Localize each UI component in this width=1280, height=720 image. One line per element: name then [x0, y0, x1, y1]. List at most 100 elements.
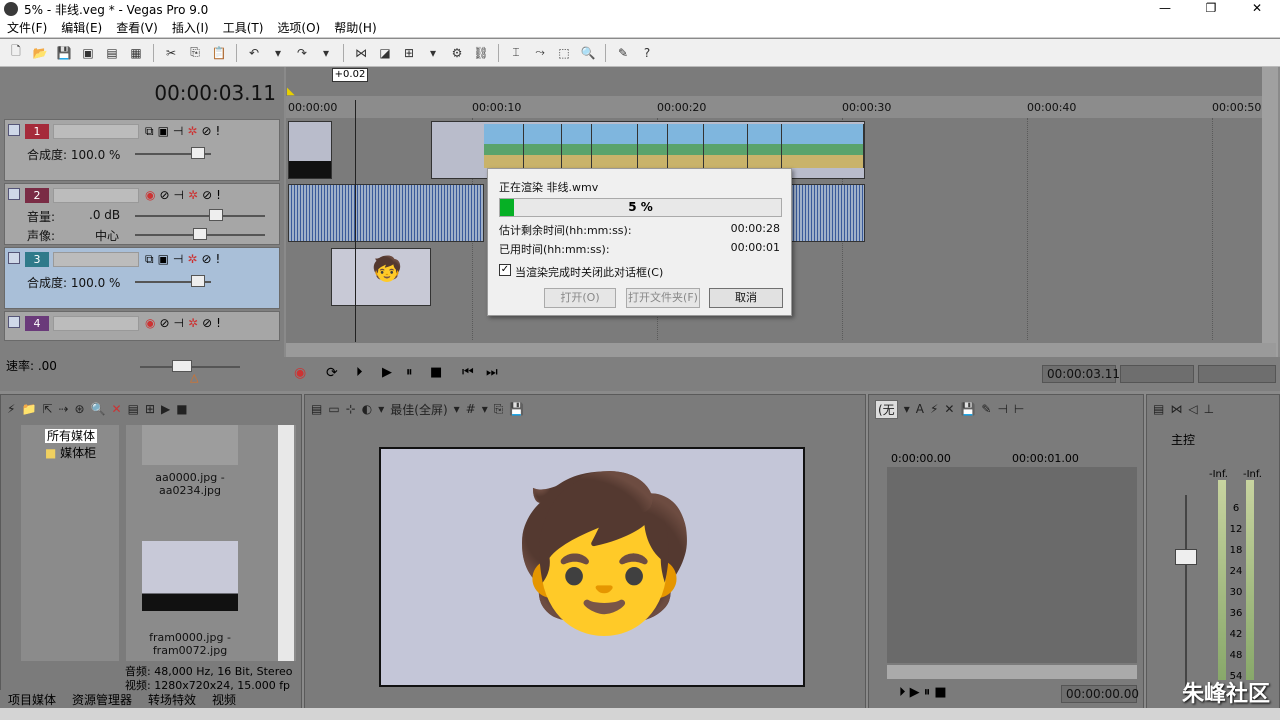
tab-transitions[interactable]: 转场特效	[140, 690, 204, 708]
cancel-button[interactable]: 取消	[709, 288, 783, 308]
auto-ripple-icon[interactable]: ⊞	[399, 43, 419, 63]
solo-icon[interactable]: !	[216, 252, 221, 267]
video-clip[interactable]	[288, 121, 332, 179]
composite-level-slider[interactable]	[135, 275, 211, 287]
cursor-position-field[interactable]: 00:00:03.11	[1042, 365, 1120, 383]
preview-quality-select[interactable]: 最佳(全屏)	[390, 401, 447, 418]
timeline-vertical-scrollbar[interactable]	[1262, 67, 1278, 357]
view-dropdown-icon[interactable]: ▶	[161, 402, 170, 416]
paste-icon[interactable]: 📋	[209, 43, 229, 63]
quality-dropdown-icon[interactable]: ▾	[454, 402, 460, 416]
menu-insert[interactable]: 插入(I)	[165, 19, 216, 36]
stop-icon[interactable]: ■	[430, 365, 442, 380]
track-2-header[interactable]: 2 ◉ ⊘ ⊣ ✲ ⊘ ! 音量: .0 dB 声像: 中心	[4, 183, 280, 245]
maximize-button[interactable]: ❐	[1188, 0, 1234, 18]
speed-slider-knob[interactable]	[172, 360, 192, 372]
close-when-done-label[interactable]: 当渲染完成时关闭此对话框(C)	[515, 264, 663, 280]
track-name-field[interactable]	[53, 188, 139, 203]
track-name-field[interactable]	[53, 252, 139, 267]
arm-record-icon[interactable]: ◉	[145, 316, 155, 330]
menu-file[interactable]: 文件(F)	[0, 19, 54, 36]
pause-icon[interactable]: ⏸	[406, 365, 413, 380]
whats-this-icon[interactable]: ?	[637, 43, 657, 63]
bypass-fx-icon[interactable]: ⊣	[173, 252, 183, 267]
selection-tool-icon[interactable]: ⬚	[554, 43, 574, 63]
media-scrollbar[interactable]	[278, 425, 294, 661]
zoom-tool-icon[interactable]: 🔍	[578, 43, 598, 63]
lock-envelopes-icon[interactable]: ⚙	[447, 43, 467, 63]
clear-icon[interactable]: ✕	[944, 402, 954, 416]
slider-knob[interactable]	[209, 209, 223, 221]
vegas-app-icon[interactable]	[4, 2, 18, 16]
track-fx-icon[interactable]: ✲	[188, 316, 198, 330]
pan-slider[interactable]	[135, 228, 265, 240]
slider-knob[interactable]	[193, 228, 207, 240]
render-icon[interactable]: ▤	[102, 43, 122, 63]
track-name-field[interactable]	[53, 316, 139, 331]
undo-dropdown-icon[interactable]: ▾	[268, 43, 288, 63]
new-file-icon[interactable]: 🗋	[6, 43, 26, 63]
go-to-start-icon[interactable]: ⏮	[462, 365, 474, 380]
help-icon[interactable]: ✎	[613, 43, 633, 63]
remove-unused-icon[interactable]: ⊛	[75, 402, 85, 416]
fx-icon[interactable]: ⚡	[930, 402, 938, 416]
master-fader-track[interactable]	[1185, 495, 1187, 695]
capture-icon[interactable]: 📁	[21, 402, 36, 416]
copy-snapshot-icon[interactable]: ⎘	[494, 402, 504, 417]
envelope-tool-icon[interactable]: ⤳	[530, 43, 550, 63]
dim-icon[interactable]: ⊥	[1204, 402, 1214, 416]
split-dropdown-icon[interactable]: ▾	[378, 402, 384, 416]
save-snapshot-icon[interactable]: 💾	[509, 402, 524, 416]
snap-icon[interactable]: ⋈	[351, 43, 371, 63]
bypass-fx-icon[interactable]: ⊣	[174, 188, 184, 202]
menu-help[interactable]: 帮助(H)	[327, 19, 383, 36]
preview-properties-icon[interactable]: ▤	[311, 402, 322, 416]
close-button[interactable]: ✕	[1234, 0, 1280, 18]
selection-length-field[interactable]	[1198, 365, 1276, 383]
mute-icon[interactable]: ⊘	[202, 316, 212, 330]
solo-icon[interactable]: !	[216, 124, 221, 139]
invert-phase-icon[interactable]: ⊘	[159, 188, 169, 202]
tree-item-media-bins[interactable]: ■ 媒体柜	[21, 444, 119, 461]
trimmer-waveform-area[interactable]	[887, 467, 1137, 663]
track-expand-icon[interactable]	[8, 316, 20, 328]
ignore-grouping-icon[interactable]: ⛓	[471, 43, 491, 63]
track-expand-icon[interactable]	[8, 188, 20, 200]
auto-crossfade-icon[interactable]: ◪	[375, 43, 395, 63]
redo-dropdown-icon[interactable]: ▾	[316, 43, 336, 63]
save-trim-icon[interactable]: 💾	[960, 402, 975, 416]
timeline-horizontal-scrollbar[interactable]	[286, 343, 1276, 357]
track-name-field[interactable]	[53, 124, 139, 139]
track-fx-icon[interactable]: ✲	[187, 252, 197, 267]
make-compositing-child-icon[interactable]: ▣	[158, 124, 169, 139]
get-media-icon[interactable]: ⇱	[42, 402, 52, 416]
play-icon[interactable]: ▶	[382, 365, 392, 380]
track-expand-icon[interactable]	[8, 124, 20, 136]
insert-bus-icon[interactable]: ⋈	[1170, 402, 1182, 416]
selection-start-field[interactable]	[1120, 365, 1194, 383]
external-monitor-icon[interactable]: ▭	[328, 402, 339, 416]
open-folder-icon[interactable]: 📂	[30, 43, 50, 63]
media-thumbnail[interactable]	[142, 425, 238, 465]
bypass-fx-icon[interactable]: ⊣	[173, 124, 183, 139]
mute-icon[interactable]: ⊘	[201, 252, 211, 267]
composite-level-slider[interactable]	[135, 147, 211, 159]
audio-clip[interactable]	[288, 184, 484, 242]
tab-video[interactable]: 视频	[204, 690, 244, 708]
minimize-button[interactable]: —	[1142, 0, 1188, 18]
slider-knob[interactable]	[191, 147, 205, 159]
save-as-icon[interactable]: ▣	[78, 43, 98, 63]
history-dropdown-icon[interactable]: ▾	[904, 402, 910, 416]
tree-item-all-media[interactable]: 所有媒体	[21, 425, 119, 444]
normal-edit-tool-icon[interactable]: ⌶	[506, 43, 526, 63]
make-compositing-child-icon[interactable]: ▣	[158, 252, 169, 267]
media-properties-icon[interactable]: ▤	[128, 402, 139, 416]
loop-playback-icon[interactable]: ⟳	[326, 365, 338, 381]
properties-icon[interactable]: ▦	[126, 43, 146, 63]
record-icon[interactable]: ◉	[294, 365, 306, 381]
playhead-cursor[interactable]	[355, 100, 356, 342]
speed-slider[interactable]	[140, 360, 240, 372]
media-fx2-icon[interactable]: ⊞	[145, 402, 155, 416]
trimmer-timecode[interactable]: 00:00:00.00	[1061, 685, 1139, 703]
undo-icon[interactable]: ↶	[244, 43, 264, 63]
